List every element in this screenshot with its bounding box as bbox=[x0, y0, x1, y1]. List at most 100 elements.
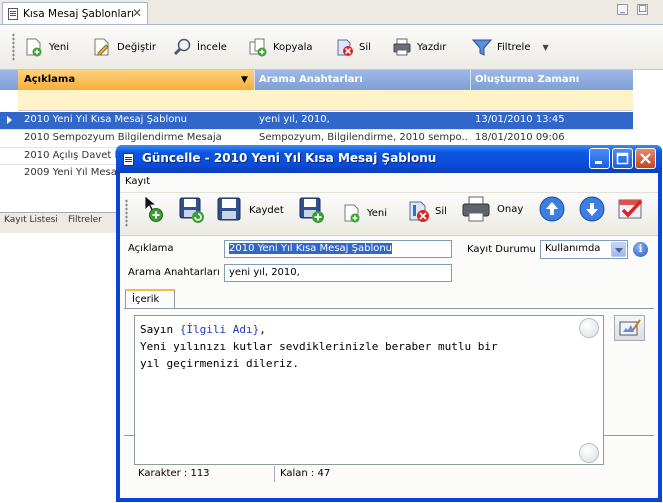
close-tab-icon[interactable]: ✕ bbox=[132, 6, 142, 20]
filter-button[interactable]: Filtrele ▼ bbox=[472, 35, 549, 59]
greeting-text: Sayın bbox=[140, 323, 180, 336]
save-new-button[interactable] bbox=[298, 197, 331, 223]
sort-desc-icon: ▼ bbox=[241, 75, 248, 85]
keywords-value: yeni yıl, 2010, bbox=[229, 267, 300, 278]
tab-filtreler[interactable]: Filtreler bbox=[68, 215, 102, 225]
tab-kisa-mesaj-sablonlari[interactable]: Kısa Mesaj Şablonları ✕ bbox=[2, 2, 148, 24]
status-divider bbox=[274, 466, 275, 482]
cursor-add-icon bbox=[144, 195, 163, 222]
dialog-title: Güncelle - 2010 Yeni Yıl Kısa Mesaj Şabl… bbox=[142, 151, 437, 165]
maximize-view-button[interactable]: □ bbox=[637, 4, 648, 15]
maximize-button[interactable] bbox=[612, 148, 633, 169]
close-button[interactable] bbox=[635, 148, 656, 169]
column-separator[interactable] bbox=[470, 70, 471, 90]
toolbar-grip[interactable] bbox=[12, 33, 15, 61]
editor-line-2: Yeni yılınızı kutlar sevdiklerinizle ber… bbox=[140, 340, 498, 353]
checkmark-icon bbox=[618, 199, 643, 219]
new-button[interactable]: Yeni bbox=[24, 35, 69, 59]
close-icon bbox=[640, 153, 651, 164]
move-up-button[interactable] bbox=[538, 196, 566, 222]
document-tabstrip: Kısa Mesaj Şablonları ✕ _ □ bbox=[0, 0, 663, 25]
column-header-aciklama[interactable]: Açıklama bbox=[24, 74, 75, 85]
editor-line-3: yıl geçirmenizi dileriz. bbox=[140, 357, 299, 370]
message-editor[interactable]: Sayın {İlgili Adı}, Yeni yılınızı kutlar… bbox=[134, 315, 604, 465]
info-icon[interactable]: i bbox=[633, 242, 648, 257]
description-field[interactable]: 2010 Yeni Yıl Kısa Mesaj Şablonu bbox=[224, 240, 452, 258]
character-count: Karakter : 113 bbox=[138, 468, 210, 479]
tab-kayit-listesi[interactable]: Kayıt Listesi bbox=[4, 215, 58, 225]
confirm-button[interactable]: Onay bbox=[460, 196, 524, 222]
keywords-field[interactable]: yeni yıl, 2010, bbox=[224, 264, 452, 282]
bottom-tabstrip: Kayıt Listesi Filtreler bbox=[0, 212, 118, 233]
column-separator[interactable] bbox=[254, 70, 255, 90]
status-label: Kayıt Durumu bbox=[467, 244, 536, 255]
printer-icon bbox=[393, 38, 411, 56]
edit-template-icon bbox=[619, 319, 641, 336]
minimize-view-button[interactable]: _ bbox=[617, 4, 628, 15]
dialog-titlebar[interactable]: Güncelle - 2010 Yeni Yıl Kısa Mesaj Şabl… bbox=[116, 145, 662, 173]
new-button[interactable]: Yeni bbox=[342, 201, 387, 225]
new-label: Yeni bbox=[49, 41, 70, 53]
cell-description: 2010 Yeni Yıl Kısa Mesaj Şablonu bbox=[24, 114, 188, 125]
magnifier-icon bbox=[173, 38, 191, 56]
tab-panel-top-border bbox=[124, 308, 654, 309]
dialog-toolbar: Kaydet Yeni Sil Onay bbox=[120, 192, 658, 236]
description-label: Açıklama bbox=[128, 243, 174, 254]
copy-button[interactable]: Kopyala bbox=[248, 35, 312, 59]
delete-label: Sil bbox=[359, 41, 371, 53]
delete-label: Sil bbox=[435, 205, 447, 217]
chevron-down-icon[interactable] bbox=[611, 242, 626, 257]
save-and-refresh-button[interactable] bbox=[178, 197, 211, 223]
new-document-icon bbox=[344, 204, 360, 223]
cell-description: 2009 Yeni Yıl Mesaj bbox=[24, 167, 118, 178]
cell-description: 2010 Sempozyum Bilgilendirme Mesaja bbox=[24, 132, 222, 143]
dialog-client-area: Kayıt Kaydet Yeni Sil Onay Açıklama 2010… bbox=[120, 173, 658, 498]
placeholder-token: {İlgili Adı} bbox=[179, 323, 260, 336]
minimize-button[interactable] bbox=[589, 148, 610, 169]
filter-label: Filtrele bbox=[497, 41, 531, 53]
delete-button[interactable]: Sil bbox=[334, 35, 371, 59]
save-button[interactable]: Kaydet bbox=[216, 197, 284, 222]
move-down-button[interactable] bbox=[578, 196, 606, 222]
toolbar-grip[interactable] bbox=[125, 199, 128, 227]
greeting-comma: , bbox=[259, 323, 266, 336]
print-button[interactable]: Yazdır bbox=[392, 35, 446, 59]
description-value: 2010 Yeni Yıl Kısa Mesaj Şablonu bbox=[229, 243, 393, 254]
tab-icerik[interactable]: İçerik bbox=[125, 289, 175, 309]
remaining-count: Kalan : 47 bbox=[280, 468, 331, 479]
confirm-label: Onay bbox=[497, 203, 524, 215]
cell-created: 18/01/2010 09:06 bbox=[475, 132, 565, 143]
column-header-olusturma-zamani[interactable]: Oluşturma Zamanı bbox=[475, 74, 579, 85]
filter-row[interactable] bbox=[18, 90, 633, 111]
delete-icon bbox=[409, 201, 429, 222]
main-toolbar: Yeni Değiştir İncele Kopyala Sil Yazdır … bbox=[0, 25, 663, 70]
message-text: Sayın {İlgili Adı}, Yeni yılınızı kutlar… bbox=[140, 321, 580, 372]
grid-header: Açıklama ▼ Arama Anahtarları Oluşturma Z… bbox=[0, 70, 633, 90]
filter-funnel-icon bbox=[472, 39, 492, 56]
keywords-label: Arama Anahtarları bbox=[128, 267, 220, 278]
approve-button[interactable] bbox=[616, 197, 646, 221]
inspect-label: İncele bbox=[197, 41, 227, 53]
menu-kayit[interactable]: Kayıt bbox=[125, 176, 150, 187]
copy-icon bbox=[249, 38, 267, 57]
scroll-up-handle[interactable] bbox=[579, 318, 599, 338]
save-add-icon bbox=[299, 197, 324, 223]
cell-keywords: yeni yıl, 2010, bbox=[259, 114, 330, 125]
status-select[interactable]: Kullanımda bbox=[540, 240, 628, 259]
scroll-down-handle[interactable] bbox=[579, 443, 599, 463]
column-header-arama-anahtarlari[interactable]: Arama Anahtarları bbox=[259, 74, 363, 85]
table-row[interactable]: 2010 Yeni Yıl Kısa Mesaj Şablonu yeni yı… bbox=[0, 112, 633, 129]
filter-dropdown-icon[interactable]: ▼ bbox=[542, 43, 548, 52]
delete-button[interactable]: Sil bbox=[406, 199, 447, 223]
edit-button[interactable]: Değiştir bbox=[92, 35, 156, 59]
inspect-button[interactable]: İncele bbox=[172, 35, 227, 59]
current-row-indicator-icon bbox=[7, 116, 12, 124]
add-button[interactable] bbox=[142, 195, 173, 222]
document-icon bbox=[123, 153, 134, 166]
status-value: Kullanımda bbox=[545, 243, 601, 254]
template-fields-button[interactable] bbox=[614, 315, 645, 341]
document-icon bbox=[8, 8, 18, 20]
new-document-icon bbox=[26, 38, 42, 57]
edit-icon bbox=[94, 38, 109, 56]
floppy-disk-icon bbox=[217, 197, 241, 221]
